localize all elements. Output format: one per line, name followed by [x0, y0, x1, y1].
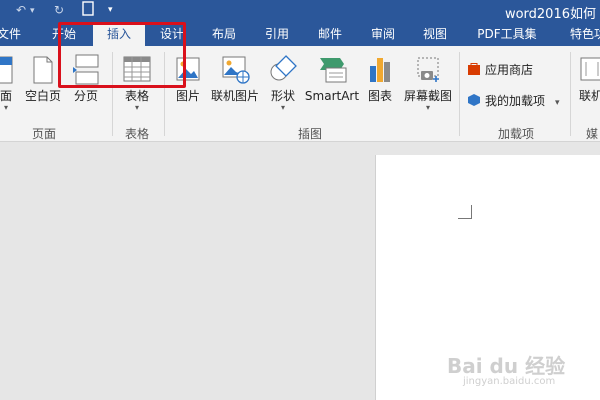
smartart-button[interactable]: SmartArt [304, 52, 360, 104]
chart-icon [370, 58, 390, 82]
blank-page-button[interactable]: 空白页 [24, 52, 62, 104]
tab-special-features[interactable]: 特色功 [558, 22, 600, 46]
online-video-button[interactable]: 联机 [574, 52, 600, 104]
new-document-icon[interactable] [82, 1, 94, 19]
media-group-label: 媒 [585, 127, 598, 141]
tab-review[interactable]: 审阅 [363, 22, 403, 46]
store-label: 应用商店 [485, 63, 534, 77]
screenshot-icon [417, 57, 439, 82]
chevron-down-icon: ▾ [280, 103, 285, 112]
chevron-down-icon: ▾ [3, 103, 8, 112]
undo-dropdown-icon[interactable]: ▾ [30, 6, 35, 16]
customize-toolbar-icon[interactable]: ▾ [108, 5, 113, 15]
margin-corner-mark [458, 205, 472, 219]
tab-file[interactable]: 文件 [0, 22, 22, 46]
online-pictures-label: 联机图片 [210, 89, 259, 103]
tab-pdf-tools[interactable]: PDF工具集 [470, 22, 544, 46]
chart-label: 图表 [367, 89, 392, 103]
watermark: Bai du 经验 jingyan.baidu.com [447, 350, 567, 398]
chart-button[interactable]: 图表 [364, 52, 396, 104]
cover-page-icon [0, 56, 13, 84]
my-addins-label: 我的加载项 [485, 94, 546, 108]
store-button[interactable]: 应用商店 [467, 60, 533, 80]
redo-icon[interactable]: ↻ [54, 3, 64, 17]
watermark-url: jingyan.baidu.com [463, 376, 556, 387]
picture-label: 图片 [175, 89, 200, 103]
chevron-down-icon: ▾ [134, 103, 139, 112]
cover-page-button[interactable]: 面 ▾ [0, 52, 18, 112]
tab-view[interactable]: 视图 [415, 22, 455, 46]
document-title: word2016如何 [504, 7, 596, 22]
illustrations-group-label: 插图 [297, 127, 322, 141]
blank-page-icon [33, 56, 53, 84]
screenshot-button[interactable]: 屏幕截图 ▾ [400, 52, 456, 112]
table-label: 表格 [124, 89, 149, 103]
chevron-down-icon: ▾ [425, 103, 430, 112]
blank-page-label: 空白页 [24, 89, 61, 103]
undo-icon[interactable]: ↶ [16, 3, 26, 17]
group-separator [459, 52, 460, 136]
my-addins-button[interactable]: 我的加载项 ▾ [467, 91, 560, 111]
shapes-label: 形状 [270, 89, 295, 103]
watermark-logo: Bai du 经验 [447, 354, 566, 378]
group-separator [570, 52, 571, 136]
chevron-down-icon: ▾ [555, 98, 560, 108]
smartart-icon [320, 58, 347, 83]
tables-group-label: 表格 [124, 127, 149, 141]
screenshot-label: 屏幕截图 [403, 89, 452, 103]
pages-group-label: 页面 [31, 127, 56, 141]
shapes-button[interactable]: 形状 ▾ [266, 52, 300, 112]
cover-page-label: 面 [0, 89, 12, 103]
tab-layout[interactable]: 布局 [204, 22, 244, 46]
tab-references[interactable]: 引用 [257, 22, 297, 46]
online-video-label: 联机 [578, 89, 600, 103]
online-video-icon [580, 57, 600, 81]
online-pictures-button[interactable]: 联机图片 [209, 52, 261, 104]
smartart-label: SmartArt [304, 89, 360, 103]
online-pictures-icon [222, 56, 250, 84]
store-icon [467, 62, 481, 76]
title-bar: ↶ ▾ ↻ ▾ word2016如何 [0, 0, 600, 22]
highlight-box [58, 22, 186, 88]
my-addins-icon [467, 93, 481, 107]
addins-group-label: 加载项 [497, 127, 534, 141]
shapes-icon [270, 55, 297, 81]
page-break-label: 分页 [73, 89, 98, 103]
tab-mailings[interactable]: 邮件 [310, 22, 350, 46]
